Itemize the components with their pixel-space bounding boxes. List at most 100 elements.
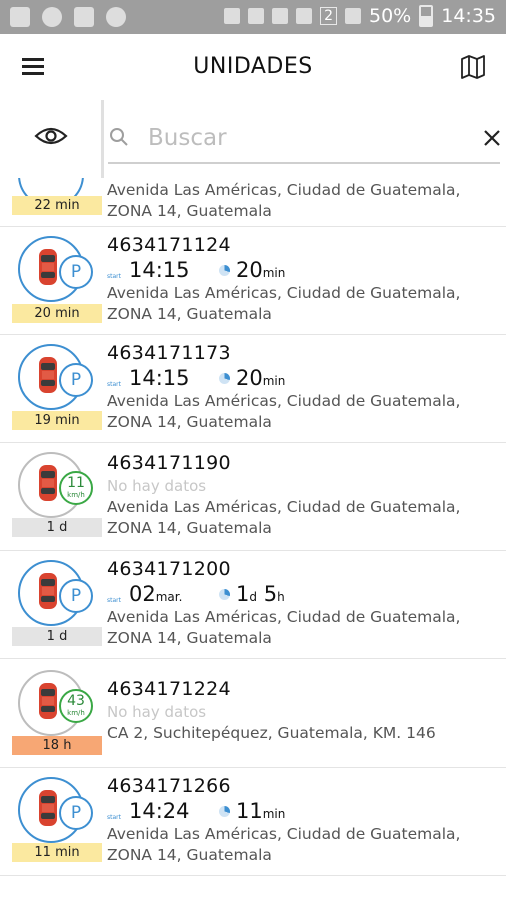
time-tag: 1 d <box>12 518 102 537</box>
car-icon <box>39 683 57 719</box>
speed-badge: 43 km/h <box>59 689 93 723</box>
unit-meta: start 02mar. 1d 5h <box>107 581 498 607</box>
start-date: 02mar. <box>129 582 183 606</box>
unit-avatar: P <box>18 560 93 628</box>
unit-avatar: 11 km/h <box>18 452 93 520</box>
unit-row[interactable]: P 1 d 4634171200 start 02mar. 1d 5h Aven… <box>0 551 506 659</box>
unit-address-line1: Avenida Las Américas, Ciudad de Guatemal… <box>107 825 461 843</box>
mute-icon <box>248 8 265 24</box>
eye-icon[interactable] <box>34 124 68 148</box>
unit-avatar: P <box>18 236 93 304</box>
duration: 1d 5h <box>236 582 285 606</box>
parking-icon: P <box>59 796 93 830</box>
unit-address-line1: Avenida Las Américas, Ciudad de Guatemal… <box>107 392 461 410</box>
image-notification-icon <box>74 7 94 27</box>
time-tag: 19 min <box>12 411 102 430</box>
clock: 14:35 <box>441 5 496 27</box>
car-icon <box>39 249 57 285</box>
speed-badge: 11 km/h <box>59 471 93 505</box>
unit-address-line1: Avenida Las Américas, Ciudad de Guatemal… <box>107 284 461 302</box>
unit-row[interactable]: 43 km/h 18 h 4634171224 No hay datos CA … <box>0 659 506 768</box>
parking-icon: P <box>59 255 93 289</box>
page-title: UNIDADES <box>193 54 313 79</box>
duration: 20min <box>236 366 286 390</box>
search-underline <box>108 162 500 164</box>
unit-row[interactable]: 11 km/h 1 d 4634171190 No hay datos Aven… <box>0 443 506 551</box>
time-tag: 11 min <box>12 843 102 862</box>
notification-icons <box>10 7 126 27</box>
search-icon <box>110 128 128 146</box>
unit-row[interactable]: P 11 min 4634171266 start 14:24 11min Av… <box>0 768 506 876</box>
unit-address-line2: ZONA 14, Guatemala <box>107 202 272 220</box>
unit-id: 4634171224 <box>107 678 231 700</box>
unit-meta: start 14:15 20min <box>107 257 498 283</box>
no-data-label: No hay datos <box>107 477 207 495</box>
unit-id: 4634171200 <box>107 558 231 580</box>
start-time: 14:15 <box>129 258 190 282</box>
parking-icon: P <box>59 363 93 397</box>
time-tag: 18 h <box>12 736 102 755</box>
battery-icon <box>419 5 434 27</box>
car-icon <box>39 573 57 609</box>
app-bar: UNIDADES <box>0 34 506 100</box>
duration-pie-icon <box>219 373 230 384</box>
unit-avatar: P <box>18 344 93 412</box>
start-label: start <box>107 597 121 604</box>
message-notification-icon <box>10 7 30 27</box>
start-label: start <box>107 814 121 821</box>
bluetooth-icon <box>224 8 241 24</box>
unit-meta: start 14:24 11min <box>107 798 498 824</box>
sim-indicator: 2 <box>320 7 337 25</box>
map-icon[interactable] <box>460 54 486 80</box>
parking-icon: P <box>59 579 93 613</box>
search-bar <box>0 100 506 179</box>
unit-list[interactable]: 22 min Avenida Las Américas, Ciudad de G… <box>0 178 506 900</box>
battery-percent: 50% <box>369 5 412 27</box>
system-status: 2 50% 14:35 <box>224 5 496 27</box>
unit-address-line1: Avenida Las Américas, Ciudad de Guatemal… <box>107 608 461 626</box>
duration-pie-icon <box>219 589 230 600</box>
time-tag: 20 min <box>12 304 102 323</box>
unit-avatar: P <box>18 777 93 845</box>
unit-address-line1: Avenida Las Américas, Ciudad de Guatemal… <box>107 181 461 199</box>
unit-id: 4634171266 <box>107 775 231 797</box>
unit-meta: start 14:15 20min <box>107 365 498 391</box>
search-input[interactable] <box>148 122 458 154</box>
sync-notification-icon <box>106 7 126 27</box>
start-time: 14:24 <box>129 799 190 823</box>
start-label: start <box>107 381 121 388</box>
duration: 20min <box>236 258 286 282</box>
unit-row[interactable]: P 19 min 4634171173 start 14:15 20min Av… <box>0 335 506 443</box>
signal-icon <box>345 8 361 24</box>
start-label: start <box>107 273 121 280</box>
time-tag: 22 min <box>12 196 102 215</box>
time-tag: 1 d <box>12 627 102 646</box>
wifi-icon <box>296 8 313 24</box>
car-icon <box>39 465 57 501</box>
duration: 11min <box>236 799 286 823</box>
unit-id: 4634171173 <box>107 342 231 364</box>
no-data-label: No hay datos <box>107 703 207 721</box>
unit-row[interactable]: P 20 min 4634171124 start 14:15 20min Av… <box>0 227 506 335</box>
alarm-icon <box>272 8 289 24</box>
duration-pie-icon <box>219 265 230 276</box>
unit-address-line2: ZONA 14, Guatemala <box>107 305 272 323</box>
vertical-divider <box>101 100 104 178</box>
unit-address-line2: ZONA 14, Guatemala <box>107 629 272 647</box>
unit-address-line2: ZONA 14, Guatemala <box>107 519 272 537</box>
unit-id: 4634171190 <box>107 452 231 474</box>
status-bar: 2 50% 14:35 <box>0 0 506 34</box>
car-icon <box>39 357 57 393</box>
close-icon[interactable] <box>482 128 502 148</box>
car-icon <box>39 790 57 826</box>
spotify-notification-icon <box>42 7 62 27</box>
unit-id: 4634171124 <box>107 234 231 256</box>
start-time: 14:15 <box>129 366 190 390</box>
unit-row[interactable]: 22 min Avenida Las Américas, Ciudad de G… <box>0 178 506 227</box>
unit-address-line1: CA 2, Suchitepéquez, Guatemala, KM. 146 <box>107 724 436 742</box>
unit-address-line1: Avenida Las Américas, Ciudad de Guatemal… <box>107 498 461 516</box>
unit-avatar: 43 km/h <box>18 670 93 738</box>
duration-pie-icon <box>219 806 230 817</box>
unit-address-line2: ZONA 14, Guatemala <box>107 846 272 864</box>
unit-address-line2: ZONA 14, Guatemala <box>107 413 272 431</box>
